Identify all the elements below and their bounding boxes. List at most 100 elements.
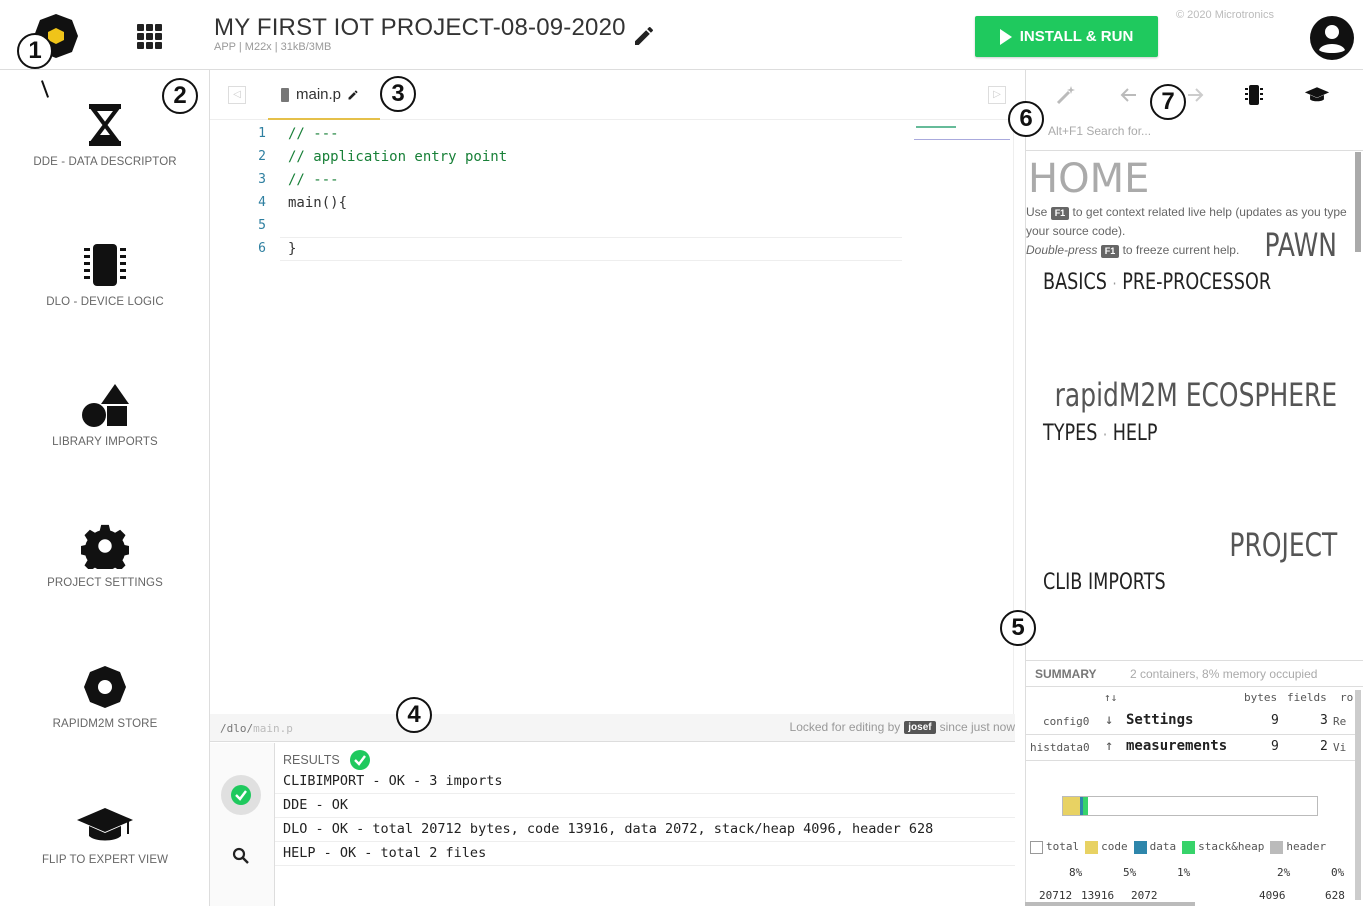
sidebar-item-settings[interactable]: PROJECT SETTINGS <box>0 523 210 589</box>
hourglass-icon <box>89 104 121 146</box>
graduation-cap-icon[interactable] <box>1304 86 1330 109</box>
tab-scroll-left-icon[interactable]: ◁ <box>228 86 246 104</box>
annotation-6: 6 <box>1008 101 1044 137</box>
sidebar-item-label: PROJECT SETTINGS <box>47 577 163 589</box>
graduation-cap-icon <box>77 808 133 841</box>
apps-grid-icon[interactable] <box>137 24 167 50</box>
tab-label: main.p <box>296 86 342 103</box>
result-row[interactable]: DDE - OK <box>275 794 1015 818</box>
summary-header: SUMMARY 2 containers, 8% memory occupied <box>1025 660 1363 687</box>
project-title: MY FIRST IOT PROJECT-08-09-2020 <box>214 14 626 41</box>
forward-arrow-icon[interactable] <box>1186 86 1204 109</box>
annotation-3: 3 <box>380 76 416 112</box>
line-number: 4 <box>258 195 266 210</box>
check-circle-icon <box>349 750 370 770</box>
help-section-ecosphere: rapidM2M ECOSPHERE <box>1054 376 1337 414</box>
code-line[interactable]: } <box>288 241 296 257</box>
help-link-preprocessor[interactable]: PRE-PROCESSOR <box>1122 270 1271 295</box>
memory-code-segment <box>1063 797 1080 815</box>
summary-scrollbar[interactable] <box>1355 690 1361 900</box>
summary-description: 2 containers, 8% memory occupied <box>1130 667 1318 681</box>
install-run-label: INSTALL & RUN <box>1019 28 1134 45</box>
code-editor[interactable]: 1 // --- 2 // application entry point 3 … <box>210 122 1015 712</box>
pencil-icon[interactable] <box>632 24 656 48</box>
pencil-icon[interactable] <box>347 89 359 101</box>
sidebar-item-store[interactable]: RAPIDM2M STORE <box>0 664 210 730</box>
back-arrow-icon[interactable] <box>1120 86 1138 109</box>
help-link-help[interactable]: HELP <box>1113 421 1158 446</box>
sidebar-item-label: DLO - DEVICE LOGIC <box>46 296 164 308</box>
code-minimap[interactable] <box>914 124 1010 140</box>
line-number: 2 <box>258 149 266 164</box>
help-section-pawn: PAWN <box>1264 226 1337 264</box>
sidebar-item-expert[interactable]: FLIP TO EXPERT VIEW <box>0 806 210 866</box>
memory-stack-segment <box>1083 797 1088 815</box>
code-line[interactable]: // --- <box>288 126 339 142</box>
check-circle-icon <box>231 785 251 805</box>
annotation-5: 5 <box>1000 610 1036 646</box>
shapes-icon <box>82 384 129 427</box>
summary-title: SUMMARY <box>1035 667 1097 681</box>
sort-icon[interactable]: ↑↓ <box>1104 691 1117 704</box>
help-home-title: HOME <box>1028 156 1150 202</box>
file-chip-icon <box>281 87 289 102</box>
gear-icon <box>81 524 129 569</box>
key-badge: F1 <box>1100 245 1120 258</box>
tab-scroll-right-icon[interactable]: ▷ <box>988 86 1006 104</box>
code-line[interactable]: // application entry point <box>288 149 507 165</box>
annotation-1: 1 <box>17 33 53 69</box>
magic-wand-icon[interactable] <box>1055 84 1077 111</box>
summary-columns: ↑↓ bytes fields ro <box>1104 691 1354 704</box>
results-check-button[interactable] <box>221 775 261 815</box>
sidebar-item-label: RAPIDM2M STORE <box>52 718 158 730</box>
result-row[interactable]: CLIBIMPORT - OK - 3 imports <box>275 770 1015 794</box>
lock-user-badge: josef <box>904 720 936 734</box>
annotation-4: 4 <box>396 697 432 733</box>
user-avatar-icon[interactable] <box>1308 14 1356 62</box>
help-link-basics[interactable]: BASICS <box>1043 270 1107 295</box>
install-run-button[interactable]: INSTALL & RUN <box>975 16 1158 57</box>
search-icon[interactable] <box>232 847 250 865</box>
sidebar-item-label: FLIP TO EXPERT VIEW <box>41 854 169 866</box>
top-header <box>0 0 1363 70</box>
annotation-7: 7 <box>1150 84 1186 120</box>
sidebar-item-dlo[interactable]: DLO - DEVICE LOGIC <box>0 242 210 308</box>
help-links-pawn: BASICS · PRE-PROCESSOR <box>1043 270 1272 295</box>
help-link-clib-imports[interactable]: CLIB IMPORTS <box>1043 570 1166 595</box>
summary-hscrollbar[interactable] <box>1025 902 1195 906</box>
line-number: 1 <box>258 126 266 141</box>
help-link-types[interactable]: TYPES <box>1043 421 1097 446</box>
editor-status-bar: /dlo/main.p Locked for editing by josef … <box>210 714 1015 742</box>
project-subtitle: APP | M22x | 31kB/3MB <box>214 41 332 53</box>
lock-status: Locked for editing by josef since just n… <box>789 720 1015 734</box>
results-sidebar <box>210 743 275 906</box>
chip-icon <box>84 244 126 286</box>
memory-percent-row: 8% 5% 1% 2% 0% <box>1069 866 1345 879</box>
legend-code: code <box>1085 840 1128 854</box>
help-search-input[interactable]: Alt+F1 Search for... <box>1048 124 1151 138</box>
summary-row[interactable]: config0 ↓ Settings 9 3 Re <box>1025 709 1355 735</box>
legend-stack-heap: stack&heap <box>1182 840 1264 854</box>
line-number: 3 <box>258 172 266 187</box>
store-icon <box>84 666 126 708</box>
chip-icon[interactable] <box>1244 84 1264 111</box>
memory-usage-bar <box>1062 796 1318 816</box>
annotation-2: 2 <box>162 78 198 114</box>
summary-row[interactable]: histdata0 ↑ measurements 9 2 Vi <box>1025 735 1355 761</box>
result-row[interactable]: DLO - OK - total 20712 bytes, code 13916… <box>275 818 1015 842</box>
code-line[interactable]: // --- <box>288 172 339 188</box>
sidebar <box>0 70 210 906</box>
result-row[interactable]: HELP - OK - total 2 files <box>275 842 1015 866</box>
copyright-text: © 2020 Microtronics <box>1176 9 1274 21</box>
help-scrollbar[interactable] <box>1355 152 1361 252</box>
key-badge: F1 <box>1050 207 1070 220</box>
divider <box>1025 150 1363 151</box>
code-line[interactable]: main(){ <box>288 195 347 211</box>
play-icon <box>999 28 1012 45</box>
tab-main-file[interactable]: main.p <box>268 71 380 120</box>
file-path: /dlo/main.p <box>220 722 293 735</box>
sidebar-item-library[interactable]: LIBRARY IMPORTS <box>0 382 210 448</box>
help-links-ecosphere: TYPES · HELP <box>1043 421 1158 446</box>
legend-header: header <box>1270 840 1326 854</box>
results-title: RESULTS <box>283 750 370 770</box>
